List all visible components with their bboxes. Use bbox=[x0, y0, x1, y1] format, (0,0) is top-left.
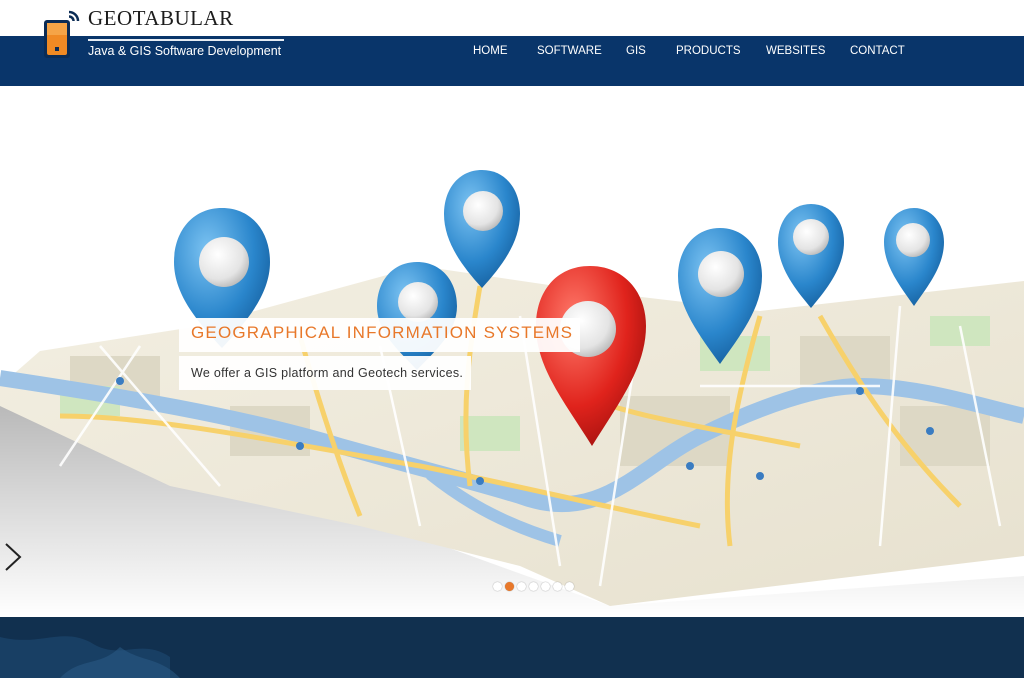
slide-dot-6[interactable] bbox=[553, 582, 562, 591]
slide-dot-2[interactable] bbox=[505, 582, 514, 591]
footer-band bbox=[0, 617, 1024, 678]
footer-background-image bbox=[0, 636, 180, 678]
slide-subtitle-box: We offer a GIS platform and Geotech serv… bbox=[179, 356, 471, 390]
slide-dot-5[interactable] bbox=[541, 582, 550, 591]
hero-slider[interactable]: GEOGRAPHICAL INFORMATION SYSTEMS We offe… bbox=[0, 86, 1024, 617]
slide-title-box: GEOGRAPHICAL INFORMATION SYSTEMS bbox=[179, 318, 580, 352]
brand-divider bbox=[88, 39, 284, 41]
slide-dot-4[interactable] bbox=[529, 582, 538, 591]
main-nav: HOME SOFTWARE GIS PRODUCTS WEBSITES CONT… bbox=[0, 45, 1024, 59]
nav-gis[interactable]: GIS bbox=[626, 45, 646, 57]
brand-name[interactable]: GEOTABULAR bbox=[88, 6, 234, 31]
slide-subtitle: We offer a GIS platform and Geotech serv… bbox=[191, 366, 464, 380]
nav-websites[interactable]: WEBSITES bbox=[766, 45, 825, 57]
slide-dot-1[interactable] bbox=[493, 582, 502, 591]
slide-dot-3[interactable] bbox=[517, 582, 526, 591]
nav-products[interactable]: PRODUCTS bbox=[676, 45, 741, 57]
nav-home[interactable]: HOME bbox=[473, 45, 508, 57]
slide-dot-7[interactable] bbox=[565, 582, 574, 591]
nav-contact[interactable]: CONTACT bbox=[850, 45, 905, 57]
slide-title: GEOGRAPHICAL INFORMATION SYSTEMS bbox=[191, 323, 574, 342]
chevron-right-icon[interactable] bbox=[0, 540, 26, 574]
nav-software[interactable]: SOFTWARE bbox=[537, 45, 602, 57]
